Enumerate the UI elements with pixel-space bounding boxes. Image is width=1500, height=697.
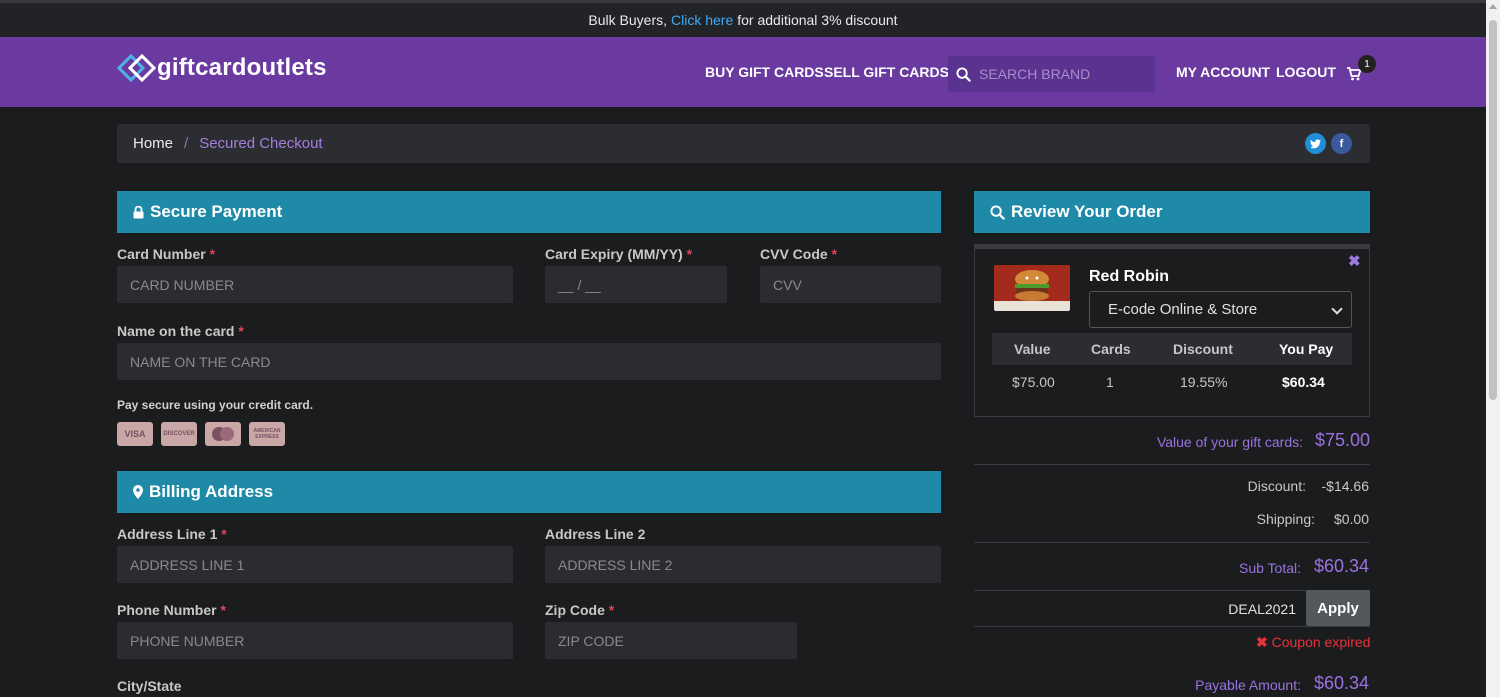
address-line-2-label: Address Line 2 [545,526,646,542]
payable-amount-value: $60.34 [1313,673,1369,693]
promo-prefix: Bulk Buyers, [588,12,667,28]
nav-sell-gift-cards[interactable]: SELL GIFT CARDS [824,37,949,107]
cart-button[interactable]: 1 [1346,55,1376,87]
discover-icon: DISCOVER [161,422,197,446]
subtotal-amount: $60.34 [1313,556,1369,576]
chevron-down-icon [1331,303,1343,315]
phone-number-input[interactable]: PHONE NUMBER [117,622,513,659]
address-line-1-input[interactable]: ADDRESS LINE 1 [117,546,513,583]
name-on-card-input[interactable]: NAME ON THE CARD [117,343,941,380]
scroll-up-arrow-icon[interactable] [1489,4,1497,9]
billing-address-header: Billing Address [117,471,941,513]
divider [974,626,1370,627]
twitter-icon[interactable] [1305,133,1326,154]
coupon-code-input[interactable]: DEAL2021 [976,591,1306,626]
logo-icon [116,49,157,87]
discount-amount: -$14.66 [1321,478,1369,494]
review-order-header: Review Your Order [974,191,1370,233]
address-line-2-input[interactable]: ADDRESS LINE 2 [545,546,941,583]
breadcrumb-separator: / [184,135,189,152]
logo[interactable]: giftcardoutlets [116,49,327,87]
discount-label: Discount: [1247,478,1306,494]
search-icon [956,66,971,82]
col-you-pay: You Pay [1279,341,1334,357]
shipping-amount: $0.00 [1333,511,1369,527]
review-order-title: Review Your Order [1011,202,1163,221]
promo-link[interactable]: Click here [671,12,733,28]
coupon-error-message: ✖ Coupon expired [1256,634,1371,650]
search-input[interactable] [979,66,1149,82]
page-scrollbar[interactable] [1486,0,1500,697]
lock-icon [133,205,144,219]
delivery-option-value: E-code Online & Store [1108,301,1258,318]
address-line-1-label: Address Line 1 * [117,526,227,542]
cart-count-badge: 1 [1358,55,1376,73]
row-you-pay: $60.34 [1282,374,1325,390]
billing-address-title: Billing Address [149,482,274,501]
col-discount: Discount [1173,341,1233,357]
payable-amount-label: Payable Amount: [1195,677,1301,693]
col-cards: Cards [1091,341,1131,357]
divider [974,464,1370,465]
search-box [948,56,1155,92]
amex-icon: AMERICAN EXPRESS [249,422,285,446]
map-marker-icon [133,485,143,499]
apply-coupon-button[interactable]: Apply [1306,590,1370,626]
zip-code-input[interactable]: ZIP CODE [545,622,797,659]
shipping-label: Shipping: [1256,511,1315,527]
scroll-thumb[interactable] [1489,20,1497,400]
nav-logout[interactable]: LOGOUT [1276,37,1336,107]
divider [974,542,1370,543]
error-x-icon: ✖ [1256,634,1268,650]
mastercard-icon [205,422,241,446]
gift-card-value-amount: $75.00 [1314,430,1370,450]
card-expiry-input[interactable]: __ / __ [545,266,727,303]
pay-secure-note: Pay secure using your credit card. [117,398,314,412]
visa-icon: VISA [117,422,153,446]
site-header: giftcardoutlets BUY GIFT CARDS SELL GIFT… [0,37,1486,107]
secure-payment-header: Secure Payment [117,191,941,233]
phone-number-label: Phone Number * [117,602,226,618]
breadcrumb: Home / Secured Checkout f [117,124,1370,163]
gift-card-value-label: Value of your gift cards: [1156,434,1303,450]
nav-my-account[interactable]: MY ACCOUNT [1176,37,1270,107]
city-state-label: City/State [117,678,182,694]
secure-payment-title: Secure Payment [150,202,283,221]
card-number-input[interactable]: CARD NUMBER [117,266,513,303]
col-value: Value [1014,341,1051,357]
row-discount: 19.55% [1180,374,1228,390]
search-icon [990,204,1005,220]
subtotal-label: Sub Total: [1238,560,1301,576]
promo-suffix: for additional 3% discount [737,12,898,28]
card-expiry-label: Card Expiry (MM/YY) * [545,246,693,262]
name-on-card-label: Name on the card * [117,323,244,339]
nav-buy-gift-cards[interactable]: BUY GIFT CARDS [705,37,824,107]
promo-bar: Bulk Buyers, Click here for additional 3… [0,0,1486,37]
product-name: Red Robin [1089,268,1169,285]
row-value: $75.00 [1012,374,1055,390]
logo-text: giftcardoutlets [157,54,327,81]
remove-item-close-icon[interactable]: ✖ [1348,252,1361,270]
cvv-label: CVV Code * [760,246,838,262]
card-number-label: Card Number * [117,246,216,262]
breadcrumb-current: Secured Checkout [199,135,323,152]
red-robin-product-image [994,265,1070,311]
cvv-input[interactable]: CVV [760,266,941,303]
delivery-option-select[interactable]: E-code Online & Store [1089,291,1352,328]
zip-code-label: Zip Code * [545,602,615,618]
row-cards: 1 [1106,374,1114,390]
facebook-icon[interactable]: f [1331,133,1352,154]
breadcrumb-home[interactable]: Home [133,135,173,152]
